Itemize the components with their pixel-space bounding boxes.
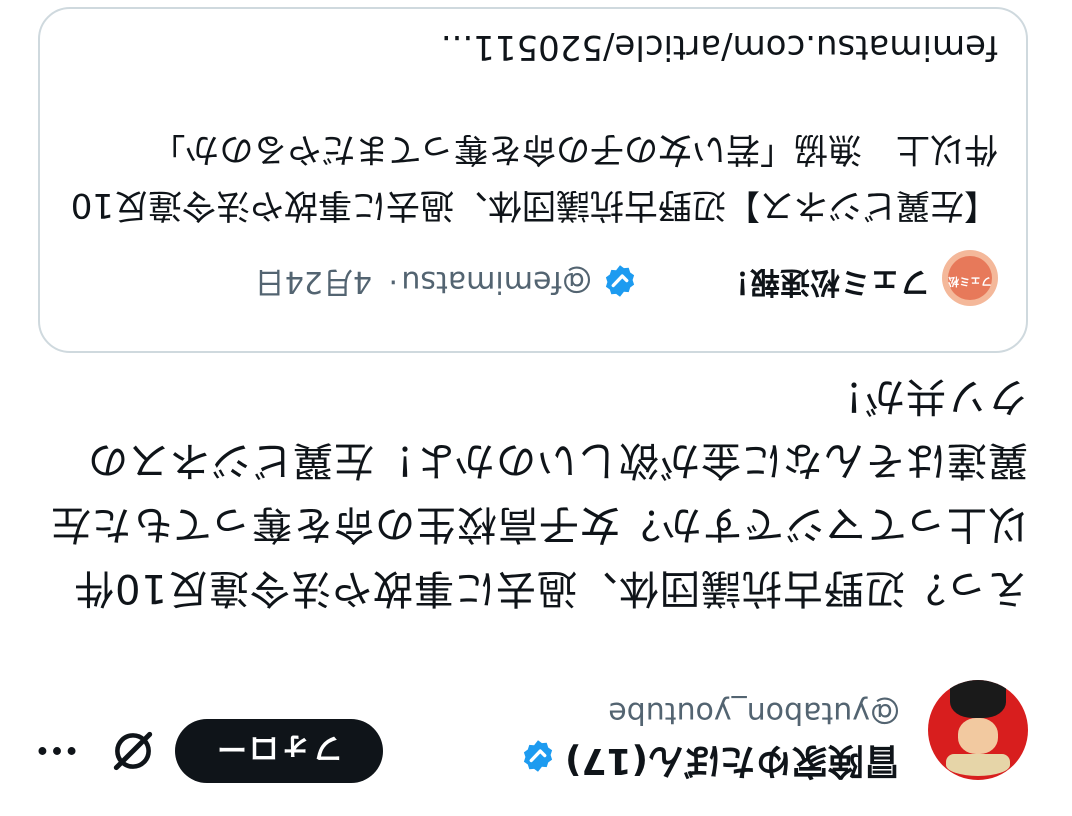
- quoted-separator: ·: [388, 264, 398, 299]
- avatar-body: [950, 680, 1006, 718]
- author-avatar[interactable]: [928, 680, 1028, 780]
- follow-button[interactable]: フォロー: [175, 719, 383, 783]
- author-display-name[interactable]: 冒険家ゆたぼん(17): [565, 738, 900, 782]
- post-text: えっ？辺野古抗議団体、過去に事故や法令違反10件以上ってマジですか？女子高校生の…: [50, 373, 1028, 611]
- author-handle[interactable]: @yutabon_youtube: [608, 692, 900, 732]
- quoted-avatar-logo-text: フェミ松: [948, 275, 992, 288]
- quoted-timestamp[interactable]: 4月24日: [255, 261, 372, 301]
- quoted-post-link[interactable]: femimatsu.com/article/520511...: [441, 27, 998, 67]
- quoted-post-text: 【左翼ビジネス】辺野古抗議団体、過去に事故や法令違反10件以上 漁協「若い女の子…: [70, 129, 998, 225]
- quoted-verified-badge-icon: [605, 265, 635, 297]
- quoted-author-avatar[interactable]: フェミ松: [942, 250, 998, 306]
- quoted-post-card[interactable]: フェミ松 フェミ松速報！ @femimatsu · 4月24日 【左翼ビジネス】…: [38, 7, 1028, 353]
- avatar-hat: [946, 754, 1010, 776]
- quoted-author-display-name[interactable]: フェミ松速報！: [720, 261, 930, 301]
- grok-icon[interactable]: [108, 726, 158, 776]
- quoted-author-handle[interactable]: @femimatsu: [401, 261, 592, 301]
- tweet-view: 冒険家ゆたぼん(17) @yutabon_youtube フォロー えっ？辺野古…: [0, 0, 1072, 816]
- avatar-face: [958, 718, 998, 754]
- more-options-icon[interactable]: [32, 726, 82, 776]
- verified-badge-icon: [523, 740, 553, 772]
